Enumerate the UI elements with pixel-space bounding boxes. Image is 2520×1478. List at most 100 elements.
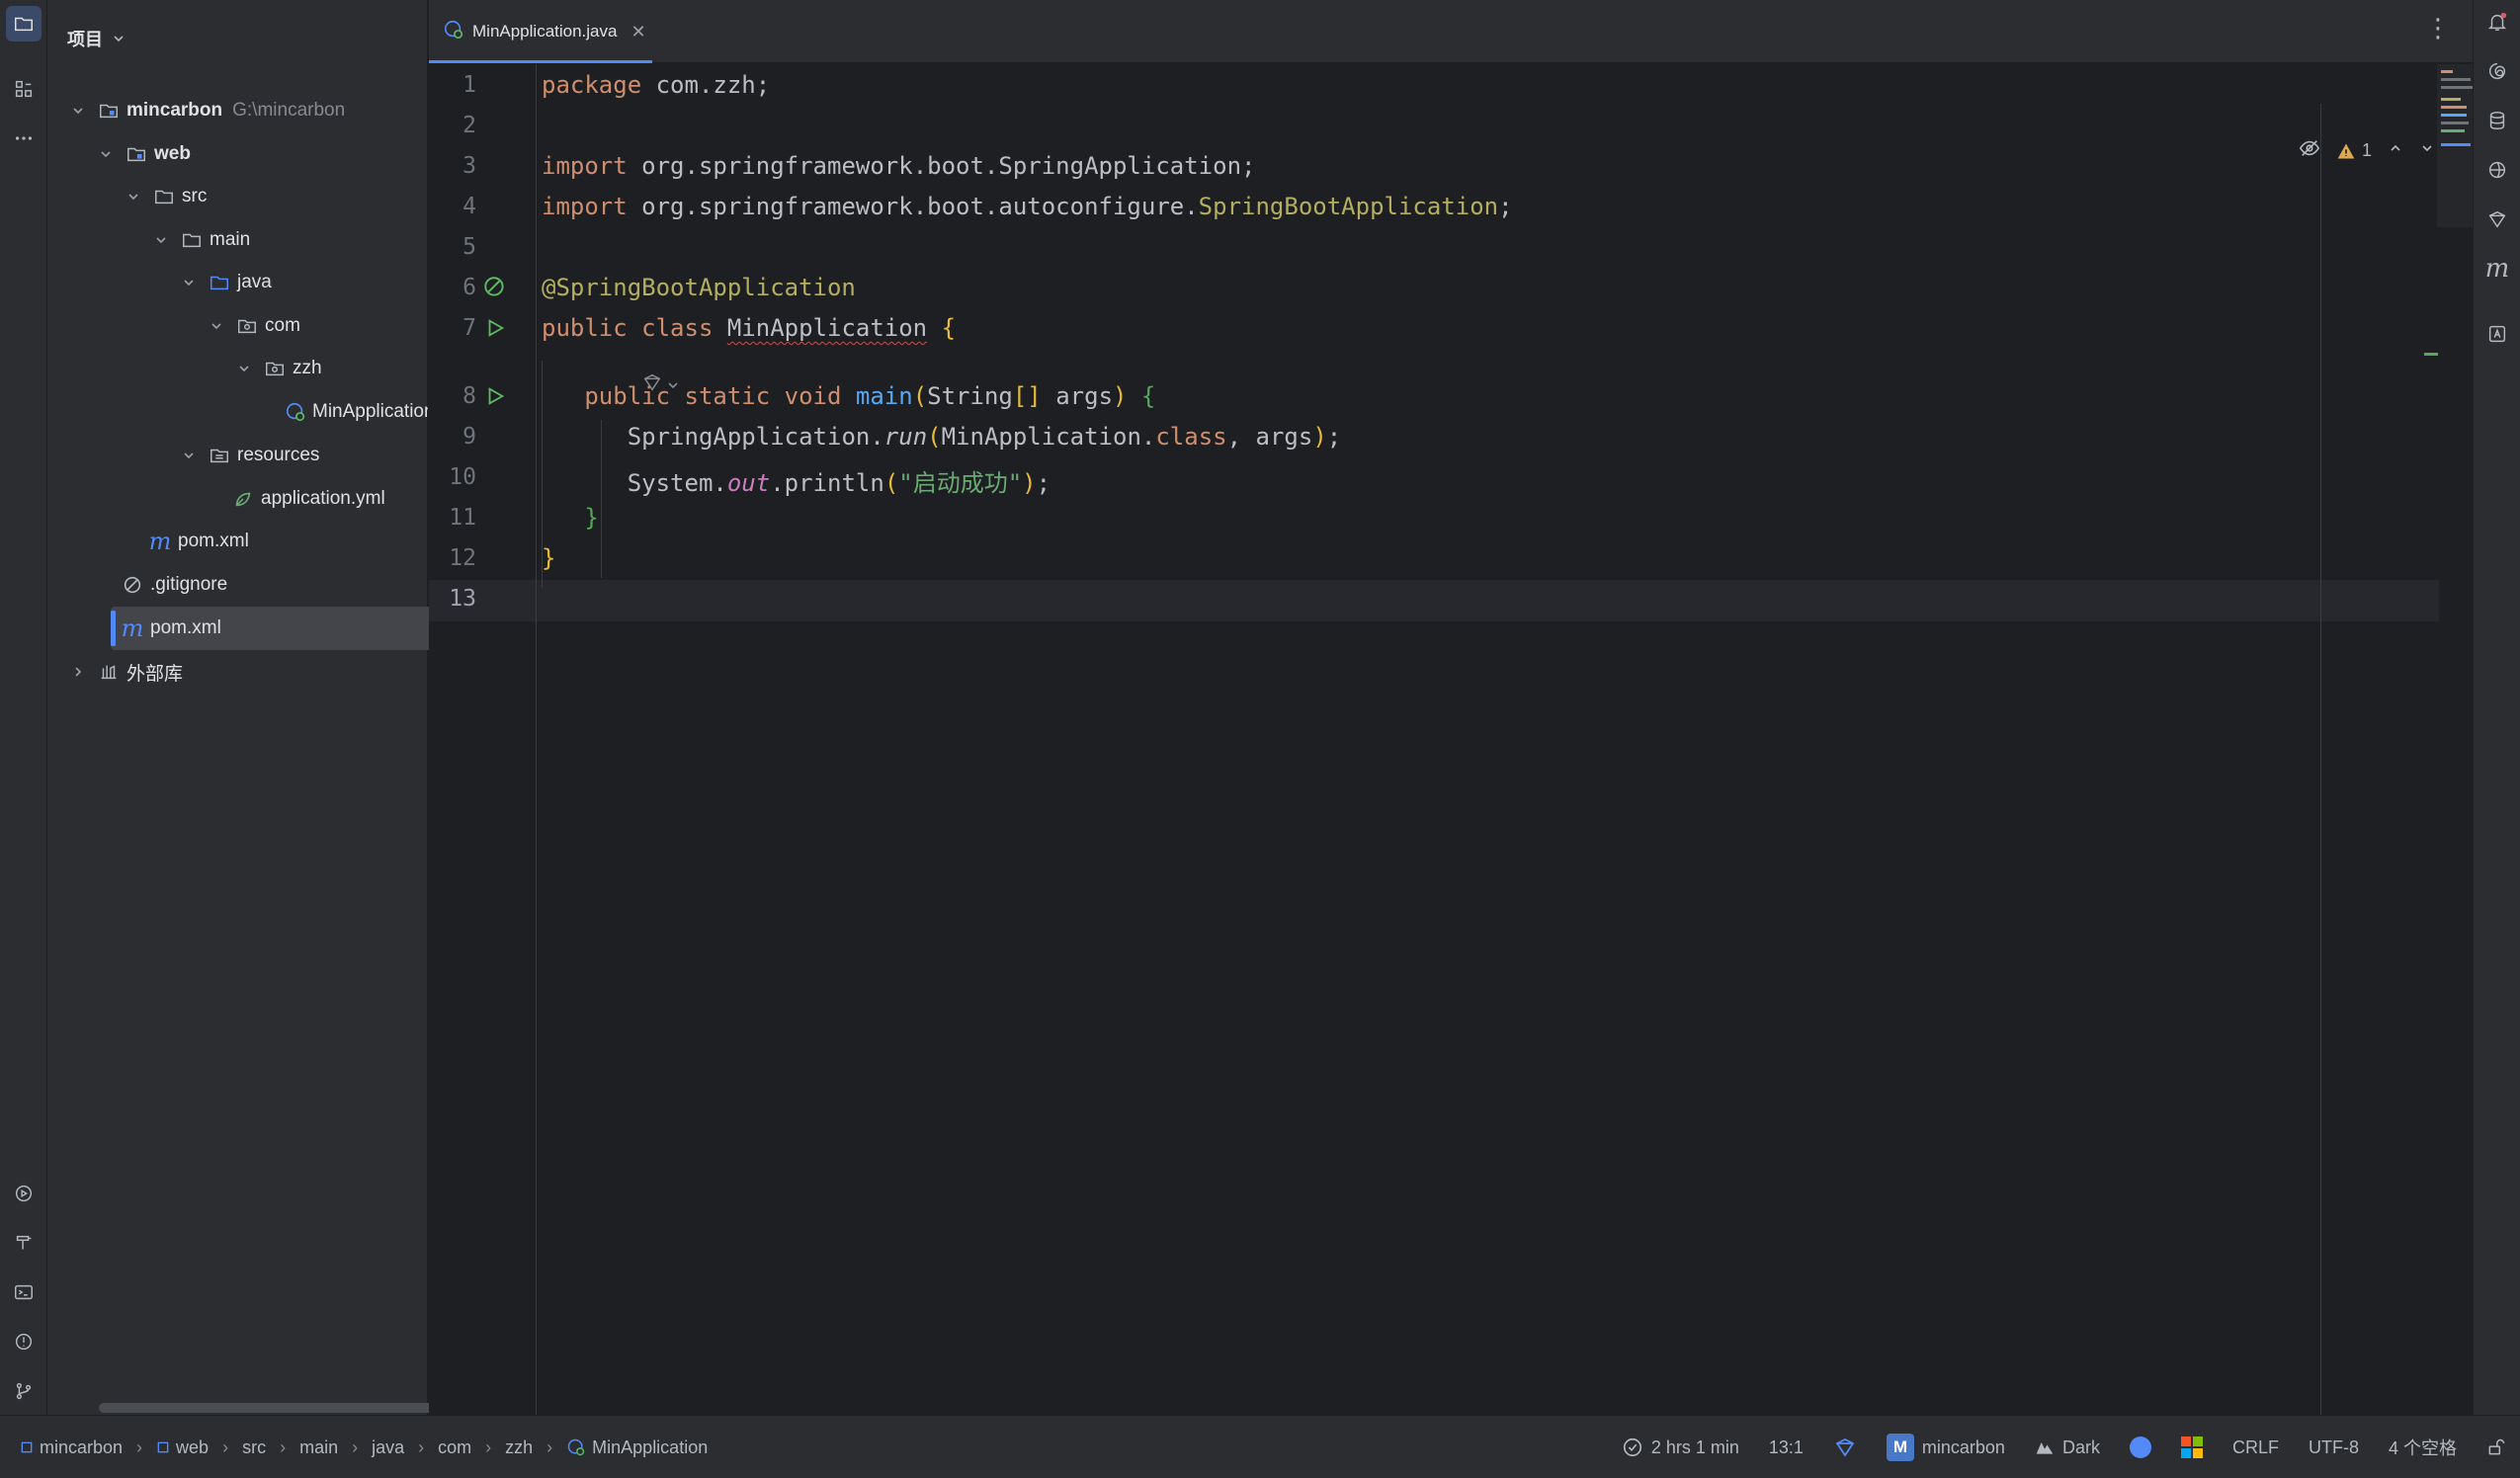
tree-item-gitignore[interactable]: .gitignore xyxy=(121,565,227,605)
horizontal-scrollbar[interactable] xyxy=(99,1403,437,1413)
tree-item-label: com xyxy=(265,315,300,336)
build-hammer-icon[interactable] xyxy=(6,1225,42,1261)
tree-item-label: main xyxy=(210,229,251,250)
project-widget[interactable]: M mincarbon xyxy=(1886,1434,2005,1461)
project-folder-icon[interactable] xyxy=(6,6,42,41)
spring-bean-icon[interactable] xyxy=(482,275,508,300)
chevron-down-icon[interactable] xyxy=(235,360,253,377)
tree-item-resources[interactable]: resources xyxy=(180,436,319,475)
code-line-9: SpringApplication.run(MinApplication.cla… xyxy=(627,423,1342,451)
line-number: 4 xyxy=(462,194,476,219)
code-editor[interactable]: 1 2 3 4 5 6 7 8 9 10 11 12 13 package co… xyxy=(429,64,2473,1415)
blue-dot-icon xyxy=(2129,1437,2151,1458)
chevron-down-icon[interactable] xyxy=(2419,140,2435,161)
tree-item-application-yml[interactable]: application.yml xyxy=(231,479,385,519)
project-panel-header[interactable]: 项目 xyxy=(67,26,126,51)
line-number: 12 xyxy=(449,545,476,571)
chevron-down-icon[interactable] xyxy=(69,102,87,120)
caret-position[interactable]: 13:1 xyxy=(1769,1437,1804,1458)
tree-item-src[interactable]: src xyxy=(125,177,207,216)
chevron-down-icon[interactable] xyxy=(152,231,170,249)
code-line-10: System.out.println("启动成功"); xyxy=(627,469,1051,497)
run-icon[interactable] xyxy=(482,315,508,341)
lock-icon[interactable] xyxy=(2486,1437,2506,1457)
minimap[interactable] xyxy=(2437,64,2473,227)
database-icon[interactable] xyxy=(2481,105,2513,136)
tree-item-java[interactable]: java xyxy=(180,263,272,302)
breadcrumb-item[interactable]: src xyxy=(242,1437,266,1458)
translate-icon[interactable] xyxy=(2481,318,2513,350)
tree-item-mincarbon[interactable]: mincarbon G:\mincarbon xyxy=(69,91,345,130)
breadcrumb-item[interactable]: mincarbon xyxy=(20,1437,123,1458)
tree-item-label: .gitignore xyxy=(150,574,228,595)
tab-minapplication-java[interactable]: MinApplication.java ✕ xyxy=(429,0,652,63)
ai-assistant-icon[interactable] xyxy=(2481,204,2513,235)
indent-setting[interactable]: 4 个空格 xyxy=(2389,1435,2457,1460)
ai-assistant-status[interactable] xyxy=(1833,1436,1857,1459)
code-line-6: @SpringBootApplication xyxy=(542,274,856,301)
tree-item-label: MinApplication xyxy=(312,401,428,422)
chevron-up-icon[interactable] xyxy=(2388,140,2403,161)
tree-item-label: zzh xyxy=(293,358,322,378)
line-number: 9 xyxy=(462,424,476,450)
file-encoding[interactable]: UTF-8 xyxy=(2309,1437,2359,1458)
status-widgets: 2 hrs 1 min 13:1 M mincarbon Dark CRLF U… xyxy=(1622,1416,2506,1478)
git-branch-icon[interactable] xyxy=(6,1373,42,1409)
tree-item-external-libraries[interactable]: 外部库 xyxy=(69,652,183,692)
status-indicator[interactable] xyxy=(2129,1437,2151,1458)
run-icon[interactable] xyxy=(482,383,508,409)
line-separator[interactable]: CRLF xyxy=(2232,1437,2279,1458)
line-number: 5 xyxy=(462,234,476,260)
more-tools-icon[interactable] xyxy=(6,121,42,156)
notifications-bell-icon[interactable] xyxy=(2481,6,2513,38)
tree-item-main[interactable]: main xyxy=(152,220,250,260)
chevron-down-icon[interactable] xyxy=(180,274,198,291)
maven-icon[interactable]: m xyxy=(2481,253,2513,285)
ai-spiral-icon[interactable] xyxy=(2481,55,2513,87)
breadcrumb-item[interactable]: MinApplication xyxy=(566,1437,708,1458)
resources-folder-icon xyxy=(208,444,231,467)
reader-mode-eye-icon[interactable] xyxy=(2299,137,2320,164)
breadcrumb: mincarbon › web › src › main › java › co… xyxy=(20,1416,708,1478)
breadcrumb-item[interactable]: web xyxy=(156,1437,209,1458)
time-tracker[interactable]: 2 hrs 1 min xyxy=(1622,1437,1739,1458)
breadcrumb-item[interactable]: java xyxy=(372,1437,404,1458)
breadcrumb-item[interactable]: zzh xyxy=(505,1437,533,1458)
active-tab-indicator xyxy=(429,60,652,63)
tree-item-label: application.yml xyxy=(261,488,385,509)
code-line-4: import org.springframework.boot.autoconf… xyxy=(542,193,1513,220)
chevron-down-icon[interactable] xyxy=(97,145,115,163)
endpoints-icon[interactable] xyxy=(2481,154,2513,186)
structure-icon[interactable] xyxy=(6,71,42,107)
chevron-right-icon: › xyxy=(485,1437,492,1457)
breadcrumb-item[interactable]: com xyxy=(438,1437,471,1458)
code-line-1: package com.zzh; xyxy=(542,71,771,99)
windows-icon[interactable] xyxy=(2180,1437,2203,1458)
status-bar: mincarbon › web › src › main › java › co… xyxy=(0,1415,2520,1478)
terminal-icon[interactable] xyxy=(6,1274,42,1310)
tree-item-web-pom[interactable]: m pom.xml xyxy=(148,522,249,561)
problems-icon[interactable] xyxy=(6,1324,42,1359)
theme-widget[interactable]: Dark xyxy=(2035,1437,2100,1458)
tree-item-minapplication[interactable]: MinApplication xyxy=(285,392,428,432)
warning-badge[interactable]: 1 xyxy=(2336,140,2372,161)
chevron-down-icon[interactable] xyxy=(180,447,198,464)
chevron-down-icon[interactable] xyxy=(208,317,225,335)
inspection-widget: 1 xyxy=(2299,137,2435,164)
tree-item-root-pom[interactable]: m pom.xml xyxy=(121,609,221,648)
project-panel: 项目 mincarbon G:\mincarbon web src main j… xyxy=(47,0,457,1415)
breadcrumb-item[interactable]: main xyxy=(299,1437,338,1458)
chevron-right-icon[interactable] xyxy=(69,663,87,681)
ignore-file-icon xyxy=(121,573,144,597)
gutter-divider xyxy=(536,64,537,1415)
tree-item-web[interactable]: web xyxy=(97,134,191,174)
services-icon[interactable] xyxy=(6,1176,42,1211)
maven-icon: m xyxy=(148,528,172,555)
kebab-menu-icon[interactable]: ⋮ xyxy=(2425,15,2451,41)
close-icon[interactable]: ✕ xyxy=(630,22,645,42)
chevron-down-icon[interactable] xyxy=(125,188,142,205)
chevron-down-icon xyxy=(114,36,124,42)
tree-item-zzh[interactable]: zzh xyxy=(235,349,322,388)
tree-item-com[interactable]: com xyxy=(208,306,300,346)
line-number: 13 xyxy=(449,586,476,612)
